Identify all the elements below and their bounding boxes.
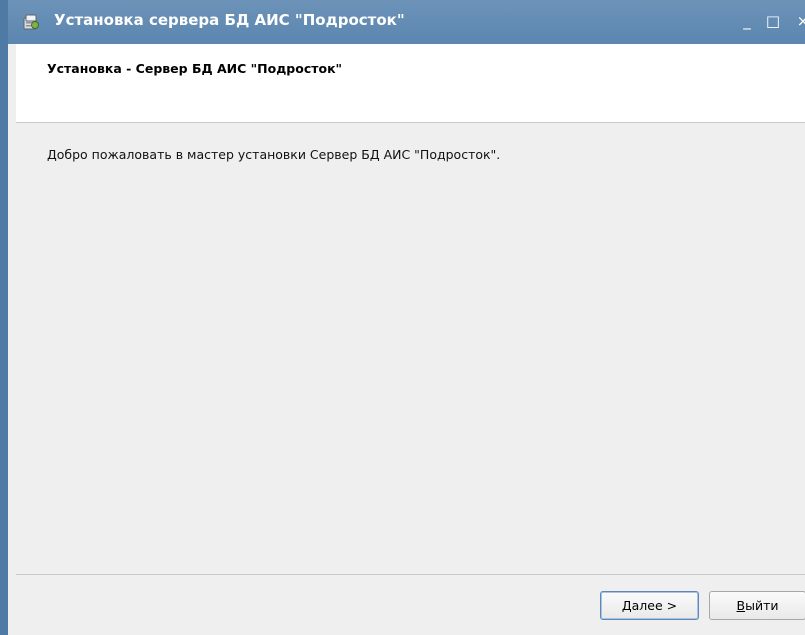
title-bar[interactable]: Установка сервера БД АИС "Подросток" _ □… — [8, 0, 805, 44]
next-button-accelerator: Д — [621, 598, 632, 613]
wizard-page-title: Установка - Сервер БД АИС "Подросток" — [47, 61, 343, 76]
exit-button[interactable]: Выйти — [709, 591, 805, 620]
wizard-header: Установка - Сервер БД АИС "Подросток" — [16, 44, 805, 123]
welcome-message: Добро пожаловать в мастер установки Серв… — [47, 147, 501, 162]
footer-divider — [16, 574, 805, 575]
exit-button-accelerator: В — [736, 598, 746, 613]
exit-button-label: ыйти — [745, 598, 779, 613]
close-button[interactable]: × — [792, 10, 805, 32]
installer-app-icon — [22, 13, 40, 31]
window-title: Установка сервера БД АИС "Подросток" — [54, 11, 405, 29]
maximize-button[interactable]: □ — [762, 10, 784, 32]
minimize-button[interactable]: _ — [736, 10, 758, 32]
next-button[interactable]: Далее > — [600, 591, 699, 620]
next-button-label: алее > — [631, 598, 678, 613]
installer-window: Установка сервера БД АИС "Подросток" _ □… — [0, 0, 805, 635]
